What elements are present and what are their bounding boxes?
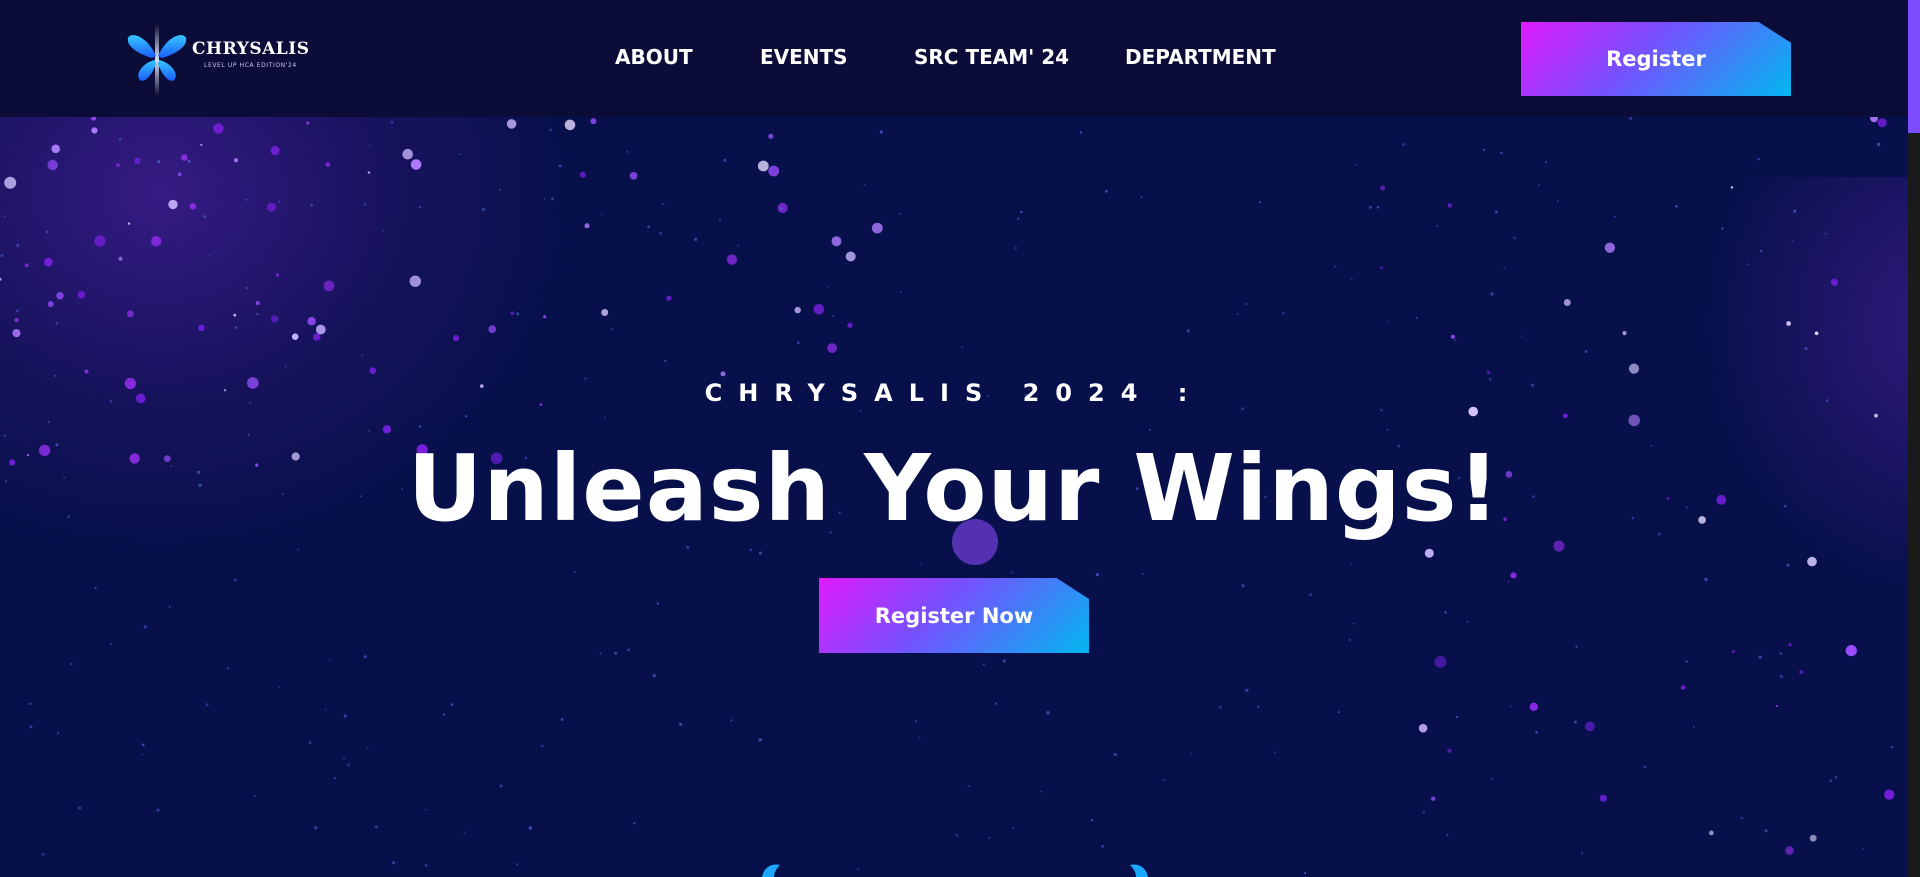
nav-link-src-team[interactable]: SRC TEAM' 24 [914, 45, 1069, 69]
top-navbar: CHRYSALIS LEVEL UP HCA EDITION'24 ABOUT … [0, 0, 1908, 117]
cursor-follower-dot [952, 519, 998, 565]
hero-title: Unleash Your Wings! [407, 435, 1501, 542]
hero-section: CHRYSALIS 2024 : Unleash Your Wings! Reg… [0, 117, 1908, 877]
scrollbar-thumb[interactable] [1908, 0, 1920, 133]
nav-link-events[interactable]: EVENTS [760, 45, 848, 69]
page-scrollbar[interactable] [1908, 0, 1920, 877]
nav-link-department[interactable]: DEPARTMENT [1125, 45, 1276, 69]
hero-subtitle: CHRYSALIS 2024 : [704, 379, 1204, 407]
register-now-button[interactable]: Register Now [819, 578, 1089, 653]
butterfly-wing-tips [762, 864, 1148, 877]
register-button[interactable]: Register [1521, 22, 1791, 96]
nav-link-about[interactable]: ABOUT [615, 45, 693, 69]
